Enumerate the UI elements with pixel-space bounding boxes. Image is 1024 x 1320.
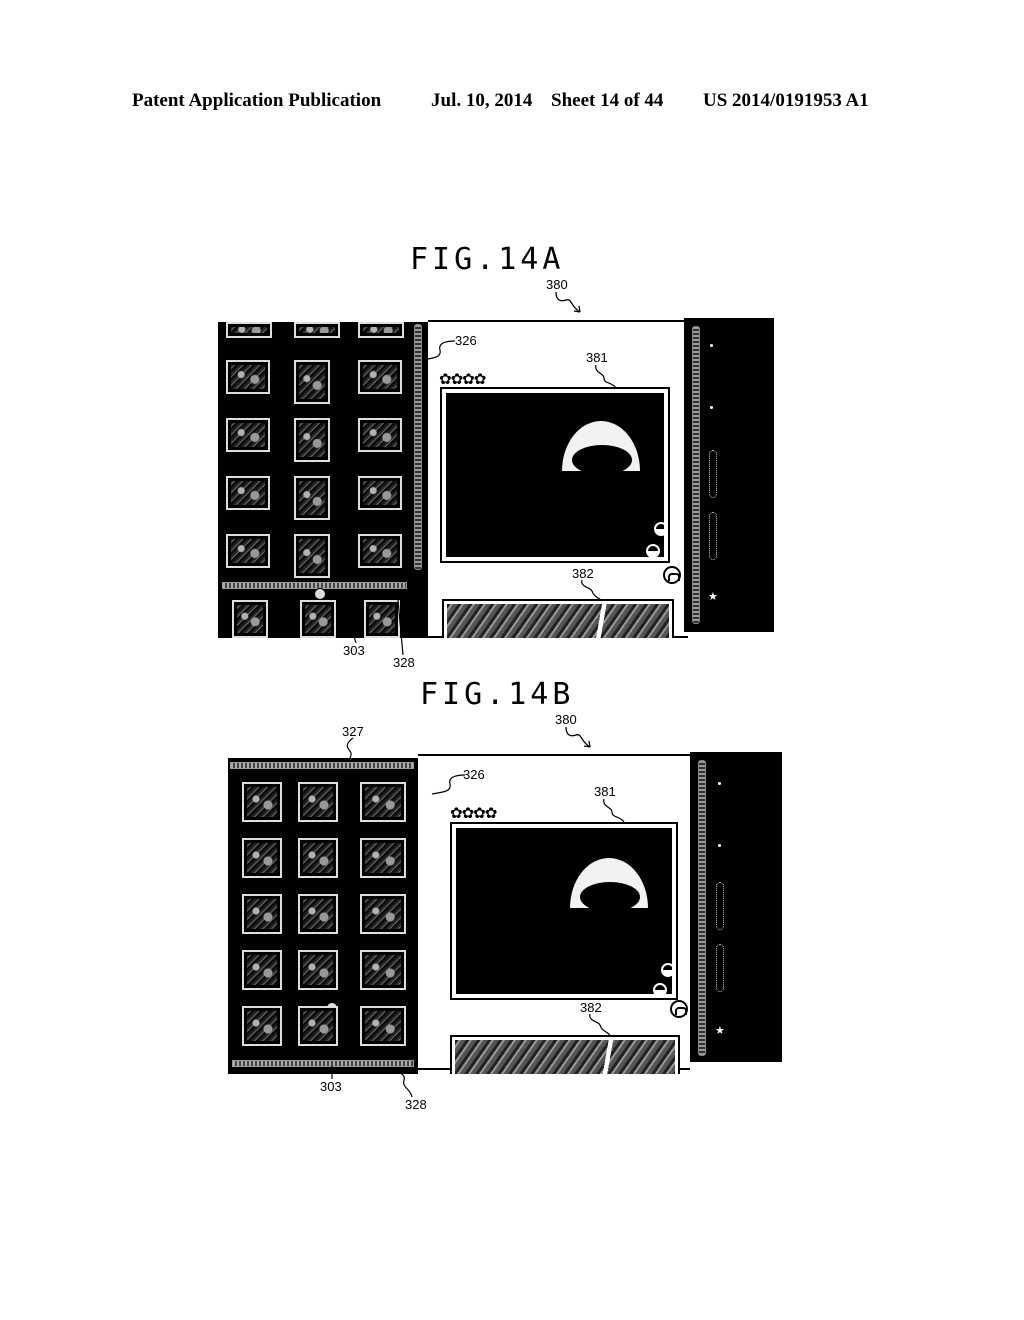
publication-date: Jul. 10, 2014 <box>431 90 533 111</box>
leader-303-a <box>351 629 357 644</box>
sheet-number: Sheet 14 of 44 <box>551 90 664 111</box>
side-pill-control[interactable] <box>709 512 717 560</box>
leader-381-b <box>603 798 625 823</box>
figure-title-14a: FIG.14A <box>410 242 565 277</box>
thumbnail[interactable] <box>360 1006 406 1046</box>
leader-326-b <box>431 774 466 795</box>
top-bar-327[interactable] <box>230 762 414 769</box>
thumbnail[interactable] <box>298 1006 338 1046</box>
thumbnail[interactable] <box>358 534 402 568</box>
leader-381-a <box>595 364 617 389</box>
moon-shape <box>570 858 648 912</box>
thumbnail[interactable] <box>226 360 270 394</box>
rating-icons[interactable]: ✿✿✿✿ <box>439 370 486 388</box>
thumbnail[interactable] <box>358 360 402 394</box>
ref-303-a: 303 <box>343 643 365 658</box>
thumbnail[interactable] <box>242 894 282 934</box>
thumbnail[interactable] <box>360 950 406 990</box>
thumbnail[interactable] <box>298 894 338 934</box>
side-scrollbar[interactable] <box>692 326 700 624</box>
ref-381-a: 381 <box>586 350 608 365</box>
thumbnail[interactable] <box>242 1006 282 1046</box>
thumbnail[interactable] <box>294 418 330 462</box>
leader-303-b <box>331 1066 333 1079</box>
thumbnail[interactable] <box>294 360 330 404</box>
leader-382-b <box>589 1013 611 1036</box>
thumbnail[interactable] <box>358 418 402 452</box>
thumbnail-separator-bar[interactable] <box>222 582 407 589</box>
patent-number: US 2014/0191953 A1 <box>703 90 869 111</box>
leader-382-a <box>581 579 603 602</box>
thumbnail[interactable] <box>226 534 270 568</box>
ref-381-b: 381 <box>594 784 616 799</box>
bottom-bar-328[interactable] <box>232 1060 414 1067</box>
thumbnail[interactable] <box>226 476 270 510</box>
side-pill-control[interactable] <box>716 882 724 930</box>
figure-title-14b: FIG.14B <box>420 677 575 712</box>
thumbnail[interactable] <box>242 838 282 878</box>
moon-shape <box>562 421 640 475</box>
side-scrollbar[interactable] <box>698 760 706 1056</box>
sub-image-382[interactable] <box>450 1035 680 1074</box>
side-pill-control[interactable] <box>716 944 724 992</box>
ref-303-b: 303 <box>320 1079 342 1094</box>
rating-icons[interactable]: ✿✿✿✿ <box>450 804 497 822</box>
thumbnail[interactable] <box>226 418 270 452</box>
ref-328-b: 328 <box>405 1097 427 1112</box>
leader-328-a <box>397 599 404 656</box>
thumbnail[interactable] <box>364 600 400 638</box>
leader-328-b <box>395 1066 413 1098</box>
thumbnail[interactable] <box>358 322 404 338</box>
sub-photo <box>455 1040 675 1074</box>
thumbnail-badge-icon <box>314 588 326 600</box>
side-dot-icon[interactable] <box>710 406 713 409</box>
thumbnail[interactable] <box>294 534 330 578</box>
leader-arrow-380-b <box>565 726 591 748</box>
thumbnail[interactable] <box>294 476 330 520</box>
thumbnail[interactable] <box>360 838 406 878</box>
main-photo <box>456 828 672 994</box>
flower-icon[interactable] <box>663 566 681 584</box>
person-face-icon[interactable] <box>652 982 668 994</box>
publication-label: Patent Application Publication <box>132 90 382 111</box>
main-image-381[interactable] <box>440 387 670 563</box>
thumbnail[interactable] <box>298 950 338 990</box>
person-face-icon[interactable] <box>653 521 664 537</box>
side-pill-control[interactable] <box>709 450 717 498</box>
ref-328-a: 328 <box>393 655 415 670</box>
thumbnail[interactable] <box>294 322 340 338</box>
side-dot-icon[interactable] <box>718 844 721 847</box>
thumbnail[interactable] <box>298 782 338 822</box>
screen-380-b: 15 ✿✿✿✿ ★ <box>228 752 782 1074</box>
thumbnail[interactable] <box>300 600 336 638</box>
sub-image-382[interactable] <box>442 599 674 638</box>
leader-326-a <box>421 340 456 361</box>
main-photo <box>446 393 664 557</box>
thumbnail[interactable] <box>360 782 406 822</box>
person-face-icon[interactable] <box>660 962 672 978</box>
star-icon[interactable]: ★ <box>715 1024 725 1037</box>
thumbnail[interactable] <box>242 782 282 822</box>
thumbnail[interactable] <box>358 476 402 510</box>
side-dot-icon[interactable] <box>710 344 713 347</box>
star-icon[interactable]: ★ <box>708 590 718 603</box>
thumbnail[interactable] <box>242 950 282 990</box>
person-face-icon[interactable] <box>645 543 661 557</box>
leader-arrow-380-a <box>555 291 581 313</box>
side-dot-icon[interactable] <box>718 782 721 785</box>
thumbnail[interactable] <box>298 838 338 878</box>
screen-380-a: ✿✿✿✿ ★ <box>218 318 774 638</box>
main-image-381[interactable] <box>450 822 678 1000</box>
thumbnail[interactable] <box>226 322 272 338</box>
thumbnail[interactable] <box>360 894 406 934</box>
thumbnail[interactable] <box>232 600 268 638</box>
sub-photo <box>447 604 669 638</box>
flower-icon[interactable] <box>670 1000 688 1018</box>
